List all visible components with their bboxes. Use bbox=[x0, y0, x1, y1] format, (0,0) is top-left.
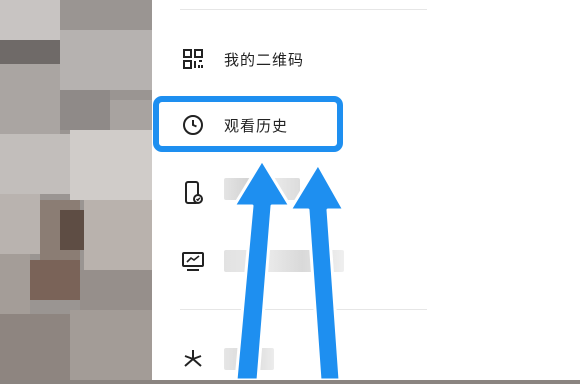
menu-item-monitor[interactable] bbox=[152, 236, 427, 286]
menu-item-label: 我的二维码 bbox=[224, 50, 305, 69]
phone-settings-icon bbox=[180, 180, 206, 206]
menu-item-services[interactable] bbox=[152, 334, 427, 384]
divider bbox=[180, 9, 427, 10]
qr-code-icon bbox=[180, 46, 206, 72]
pixelated-label bbox=[224, 250, 344, 272]
pixelated-label bbox=[224, 348, 274, 370]
asterisk-icon bbox=[180, 346, 206, 372]
monitor-chart-icon bbox=[180, 248, 206, 274]
pixelated-label bbox=[224, 178, 300, 200]
divider bbox=[180, 309, 427, 310]
blurred-background bbox=[0, 0, 152, 380]
menu-item-qr-code[interactable]: 我的二维码 bbox=[152, 34, 427, 84]
highlight-box bbox=[153, 96, 343, 152]
menu-item-phone[interactable] bbox=[152, 168, 427, 218]
background-strip bbox=[427, 0, 580, 380]
